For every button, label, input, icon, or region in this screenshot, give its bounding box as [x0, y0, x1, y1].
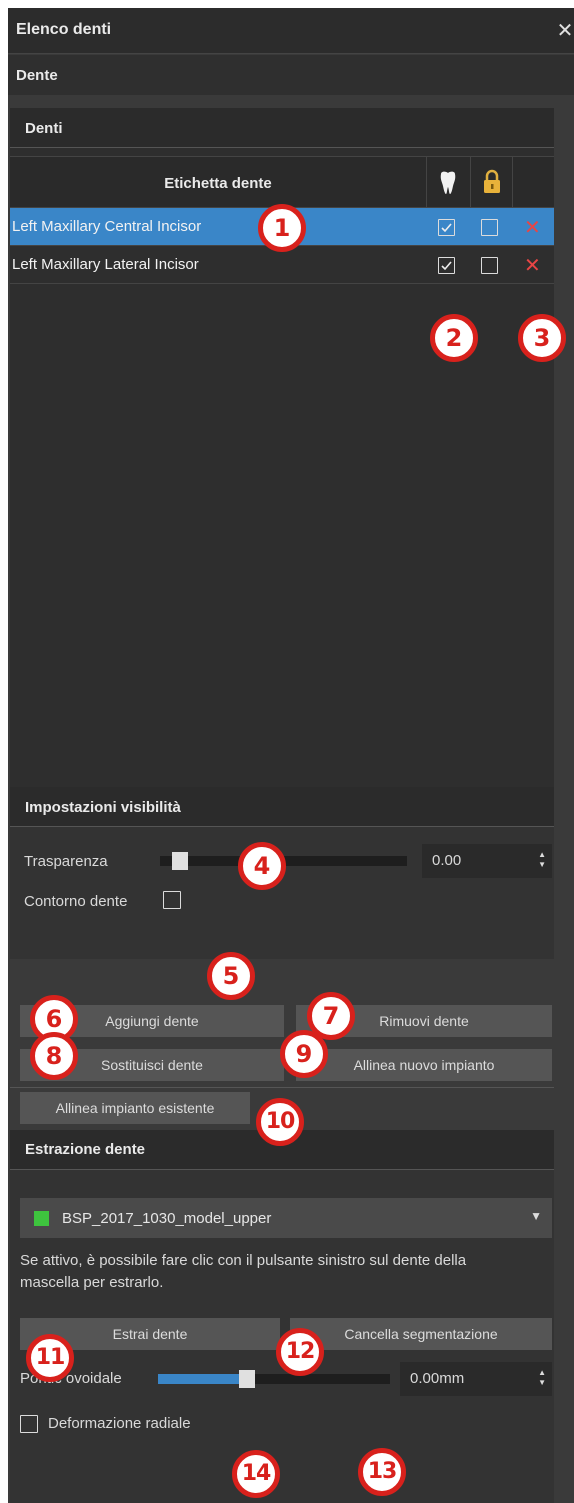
callout-badge: 12 — [276, 1328, 324, 1376]
window-title: Elenco denti — [16, 21, 112, 38]
transparency-value: 0.00 — [432, 852, 462, 869]
column-label-tooth[interactable]: Etichetta dente — [10, 175, 426, 192]
callout-badge: 13 — [358, 1448, 406, 1496]
tooth-lock-checkbox[interactable] — [481, 257, 498, 274]
spin-arrows-icon[interactable]: ▲ ▼ — [538, 1368, 546, 1388]
teeth-section-header: Denti — [10, 108, 554, 148]
callout-badge: 5 — [207, 952, 255, 1000]
tooth-lock-checkbox[interactable] — [481, 219, 498, 236]
callout-badge: 1 — [258, 204, 306, 252]
tooth-row-name: Left Maxillary Lateral Incisor — [12, 256, 199, 273]
callout-badge: 14 — [232, 1450, 280, 1498]
contour-checkbox[interactable] — [163, 891, 181, 909]
visibility-section: Impostazioni visibilità — [10, 787, 554, 827]
transparency-label: Trasparenza — [24, 853, 108, 870]
divider — [10, 1087, 554, 1088]
close-icon[interactable]: ✕ — [556, 18, 574, 43]
align-new-implant-button[interactable]: Allinea nuovo impianto — [296, 1049, 552, 1081]
align-existing-implant-button[interactable]: Allinea impianto esistente — [20, 1092, 250, 1124]
tooth-row-name: Left Maxillary Central Incisor — [12, 218, 202, 235]
help-text-line2: mascella per estrarlo. — [20, 1274, 164, 1291]
pontic-slider-thumb[interactable] — [239, 1370, 256, 1388]
delete-x-icon[interactable]: ✕ — [524, 253, 541, 278]
delete-x-icon[interactable]: ✕ — [524, 215, 541, 240]
tooth-visible-checkbox[interactable] — [438, 219, 455, 236]
callout-badge: 2 — [430, 314, 478, 362]
tooth-subheader: Dente — [8, 55, 574, 95]
help-text-line1: Se attivo, è possibile fare clic con il … — [20, 1252, 467, 1269]
teeth-table-header: Etichetta dente — [10, 156, 554, 208]
spin-arrows-icon[interactable]: ▲ ▼ — [538, 850, 546, 870]
visibility-title: Impostazioni visibilità — [25, 799, 181, 816]
callout-badge: 10 — [256, 1098, 304, 1146]
visibility-header: Impostazioni visibilità — [10, 787, 554, 827]
tooth-visible-checkbox[interactable] — [438, 257, 455, 274]
pontic-slider-fill — [158, 1374, 240, 1384]
visibility-settings-box: Trasparenza 0.00 ▲ ▼ Contorno dente — [10, 827, 554, 959]
pontic-value: 0.00mm — [410, 1370, 465, 1387]
contour-label: Contorno dente — [24, 893, 128, 910]
chevron-down-icon[interactable]: ▼ — [530, 1209, 542, 1223]
radial-deformation-label: Deformazione radiale — [48, 1415, 191, 1432]
callout-badge: 4 — [238, 842, 286, 890]
pontic-spinbox[interactable]: 0.00mm ▲ ▼ — [400, 1362, 552, 1396]
callout-badge: 3 — [518, 314, 566, 362]
transparency-slider-thumb[interactable] — [172, 852, 188, 870]
model-name: BSP_2017_1030_model_upper — [62, 1210, 272, 1227]
callout-badge: 8 — [30, 1032, 78, 1080]
clear-segmentation-button[interactable]: Cancella segmentazione — [290, 1318, 552, 1350]
transparency-spinbox[interactable]: 0.00 ▲ ▼ — [422, 844, 552, 878]
subheader-label: Dente — [16, 67, 58, 84]
teeth-section-title: Denti — [25, 120, 63, 137]
model-color-swatch — [34, 1211, 49, 1226]
title-bar: Elenco denti ✕ — [8, 8, 574, 54]
callout-badge: 11 — [26, 1334, 74, 1382]
radial-deformation-checkbox[interactable] — [20, 1415, 38, 1433]
lock-icon — [484, 169, 500, 193]
extraction-title: Estrazione dente — [25, 1141, 146, 1158]
callout-badge: 9 — [280, 1030, 328, 1078]
tooth-icon — [440, 171, 456, 194]
model-dropdown[interactable]: BSP_2017_1030_model_upper ▼ — [20, 1198, 552, 1238]
